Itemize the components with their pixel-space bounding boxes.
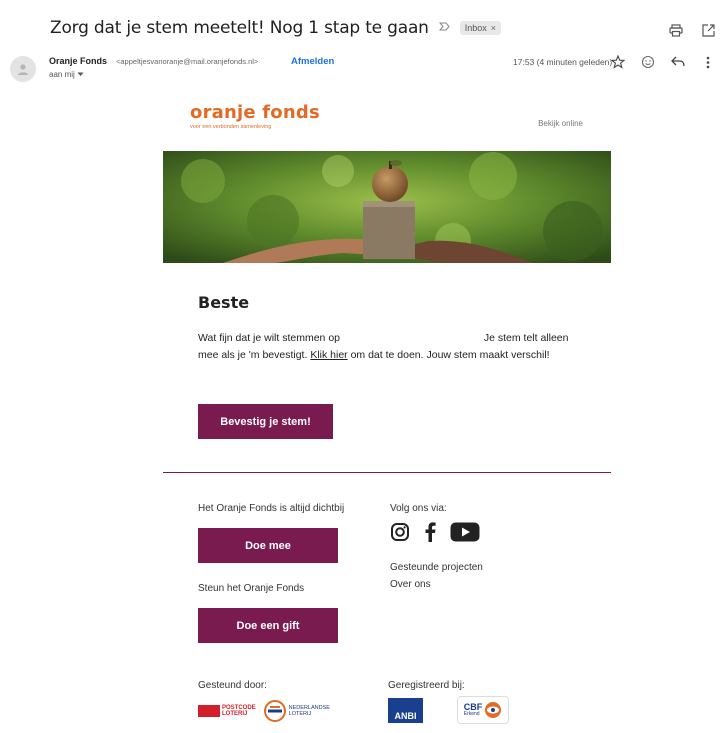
more-options-icon[interactable] bbox=[700, 54, 716, 70]
star-icon[interactable] bbox=[610, 54, 626, 70]
follow-text: Volg ons via: bbox=[390, 503, 447, 514]
recipient-label: aan mij bbox=[49, 70, 75, 79]
body-paragraph: Wat fijn dat je wilt stemmen op Je stem … bbox=[198, 330, 578, 364]
cbf-text: CBF bbox=[463, 702, 483, 712]
click-here-link[interactable]: Klik hier bbox=[310, 349, 347, 361]
message-actions bbox=[610, 54, 716, 70]
recipient-dropdown[interactable]: aan mij bbox=[49, 70, 84, 79]
body-text-part3: om dat te doen. Jouw stem maakt verschil… bbox=[350, 349, 550, 361]
remove-label-icon[interactable]: × bbox=[491, 23, 496, 33]
registration-logos: ANBI CBF Erkend bbox=[388, 696, 509, 724]
nederlandse-loterij-icon bbox=[263, 700, 286, 722]
thread-actions bbox=[668, 22, 716, 38]
person-icon bbox=[18, 64, 28, 75]
gift-button[interactable]: Doe een gift bbox=[198, 608, 338, 643]
print-icon[interactable] bbox=[668, 22, 684, 38]
postcode-loterij-mark bbox=[198, 705, 220, 717]
chevron-down-icon bbox=[77, 72, 84, 76]
postcode-line2: LOTERIJ bbox=[222, 711, 248, 717]
always-close-text: Het Oranje Fonds is altijd dichtbij bbox=[198, 503, 345, 514]
confirm-vote-button[interactable]: Bevestig je stem! bbox=[198, 404, 333, 439]
cbf-eye-icon bbox=[485, 702, 502, 718]
sender-email: <appeltjesvanoranje@mail.oranjefonds.nl> bbox=[116, 57, 259, 66]
supported-projects-link[interactable]: Gesteunde projecten bbox=[390, 562, 483, 573]
importance-marker-icon[interactable] bbox=[438, 22, 450, 34]
unsubscribe-link[interactable]: Afmelden bbox=[291, 56, 334, 67]
cbf-logo[interactable]: CBF Erkend bbox=[457, 696, 509, 724]
brand-tagline: voor een verbonden samenleving bbox=[190, 124, 272, 130]
email-subject: Zorg dat je stem meetelt! Nog 1 stap te … bbox=[50, 18, 429, 38]
reply-icon[interactable] bbox=[670, 54, 686, 70]
join-button[interactable]: Doe mee bbox=[198, 528, 338, 563]
social-links bbox=[390, 522, 480, 547]
sponsor-logos: POSTCODE LOTERIJ NEDERLANDSE LOTERIJ bbox=[198, 700, 330, 722]
anbi-logo[interactable]: ANBI bbox=[388, 697, 423, 723]
sender-name[interactable]: Oranje Fonds bbox=[49, 56, 107, 66]
cbf-sub: Erkend bbox=[463, 711, 480, 717]
brand-name: oranje fonds bbox=[190, 102, 320, 123]
hero-image bbox=[163, 151, 611, 263]
timestamp: 17:53 (4 minuten geleden) bbox=[513, 57, 613, 67]
postcode-loterij-logo[interactable]: POSTCODE LOTERIJ bbox=[198, 705, 256, 718]
body-text-part1: Wat fijn dat je wilt stemmen op bbox=[198, 332, 340, 344]
youtube-icon[interactable] bbox=[450, 522, 480, 547]
support-text: Steun het Oranje Fonds bbox=[198, 583, 305, 594]
inbox-label-text: Inbox bbox=[464, 23, 487, 33]
sender-row: Oranje Fonds <appeltjesvanoranje@mail.or… bbox=[10, 54, 716, 84]
view-online-link[interactable]: Bekijk online bbox=[538, 119, 583, 128]
nl-line2: LOTERIJ bbox=[288, 711, 312, 717]
subject-row: Zorg dat je stem meetelt! Nog 1 stap te … bbox=[50, 18, 502, 38]
divider bbox=[163, 472, 611, 473]
registered-at-label: Geregistreerd bij: bbox=[388, 680, 465, 691]
open-new-window-icon[interactable] bbox=[700, 22, 716, 38]
about-us-link[interactable]: Over ons bbox=[390, 579, 431, 590]
avatar[interactable] bbox=[10, 56, 36, 82]
facebook-icon[interactable] bbox=[424, 522, 436, 547]
emoji-reaction-icon[interactable] bbox=[640, 54, 656, 70]
nederlandse-loterij-logo[interactable]: NEDERLANDSE LOTERIJ bbox=[263, 700, 330, 722]
supported-by-label: Gesteund door: bbox=[198, 680, 267, 691]
greeting: Beste bbox=[198, 293, 250, 312]
instagram-icon[interactable] bbox=[390, 522, 410, 547]
inbox-label-chip[interactable]: Inbox × bbox=[459, 21, 502, 35]
brand-logo[interactable]: oranje fonds voor een verbonden samenlev… bbox=[190, 102, 320, 130]
